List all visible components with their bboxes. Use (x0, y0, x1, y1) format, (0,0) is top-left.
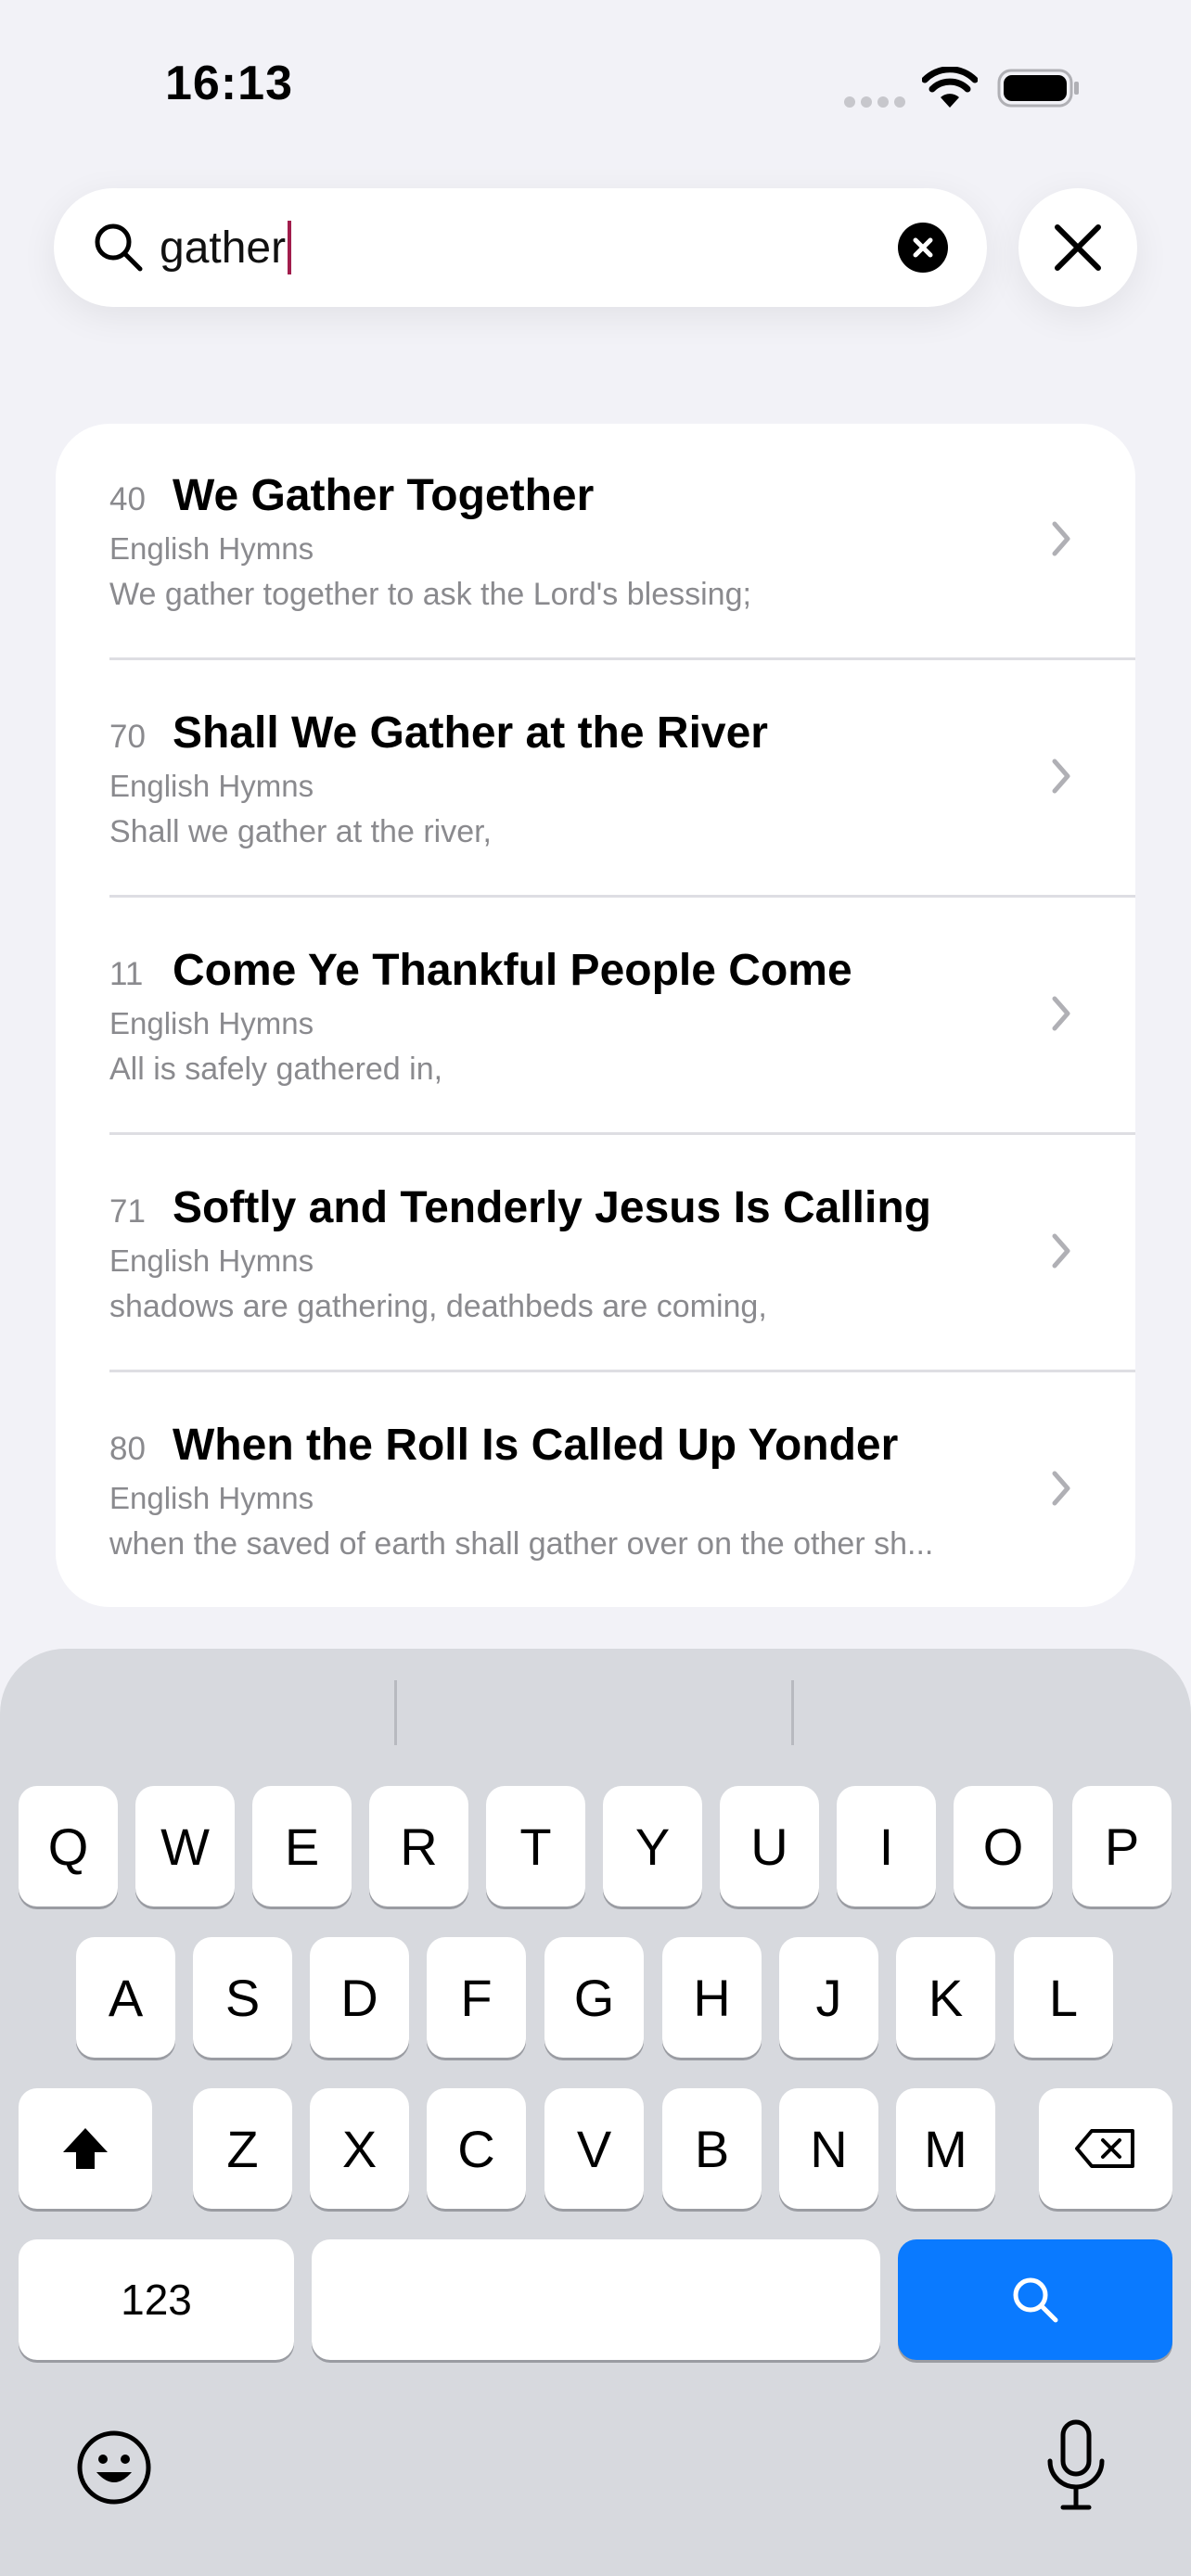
hymn-book: English Hymns (109, 531, 314, 566)
chevron-right-icon (1052, 759, 1070, 794)
key-h[interactable]: H (662, 1937, 762, 2058)
search-key[interactable] (898, 2239, 1172, 2360)
wifi-icon (922, 67, 978, 108)
space-key[interactable] (312, 2239, 880, 2360)
hymn-title: Shall We Gather at the River (173, 708, 768, 758)
key-j[interactable]: J (779, 1937, 878, 2058)
chevron-right-icon (1052, 1233, 1070, 1269)
key-i[interactable]: I (837, 1786, 936, 1906)
key-e[interactable]: E (252, 1786, 352, 1906)
hymn-number: 71 (109, 1193, 146, 1230)
numbers-key[interactable]: 123 (19, 2239, 294, 2360)
result-row[interactable]: 40 We Gather Together English Hymns We g… (56, 424, 1135, 661)
chevron-right-icon (1052, 996, 1070, 1031)
hymn-book: English Hymns (109, 1006, 314, 1040)
key-y[interactable]: Y (603, 1786, 702, 1906)
screen: 16:13 gather 40 We Gather Together Engli… (0, 0, 1191, 2576)
key-z[interactable]: Z (193, 2088, 292, 2209)
chevron-right-icon (1052, 1471, 1070, 1506)
hymn-snippet: shadows are gathering, deathbeds are com… (109, 1289, 767, 1324)
search-field[interactable]: gather (54, 188, 987, 307)
key-n[interactable]: N (779, 2088, 878, 2209)
key-k[interactable]: K (896, 1937, 995, 2058)
delete-key[interactable] (1039, 2088, 1172, 2209)
key-l[interactable]: L (1014, 1937, 1113, 2058)
hymn-snippet: We gather together to ask the Lord's ble… (109, 577, 751, 612)
delete-icon (1075, 2129, 1134, 2168)
key-o[interactable]: O (954, 1786, 1053, 1906)
result-row[interactable]: 80 When the Roll Is Called Up Yonder Eng… (56, 1373, 1135, 1607)
divider (109, 1132, 1135, 1135)
key-g[interactable]: G (544, 1937, 644, 2058)
chevron-right-icon (1052, 521, 1070, 556)
shift-key[interactable] (19, 2088, 152, 2209)
result-row[interactable]: 70 Shall We Gather at the River English … (56, 661, 1135, 899)
hymn-book: English Hymns (109, 1481, 314, 1515)
hymn-title: Softly and Tenderly Jesus Is Calling (173, 1183, 931, 1232)
status-time: 16:13 (165, 57, 293, 110)
key-x[interactable]: X (310, 2088, 409, 2209)
search-input[interactable]: gather (160, 220, 292, 275)
key-p[interactable]: P (1072, 1786, 1172, 1906)
result-row[interactable]: 71 Softly and Tenderly Jesus Is Calling … (56, 1136, 1135, 1373)
key-r[interactable]: R (369, 1786, 468, 1906)
microphone-icon[interactable] (1041, 2417, 1111, 2513)
hymn-title: We Gather Together (173, 471, 595, 520)
emoji-icon[interactable] (74, 2428, 154, 2507)
hymn-title: When the Roll Is Called Up Yonder (173, 1421, 899, 1470)
divider (109, 895, 1135, 898)
search-icon (1013, 2277, 1058, 2323)
key-b[interactable]: B (662, 2088, 762, 2209)
cellular-signal-icon (844, 96, 905, 108)
hymn-number: 11 (109, 956, 144, 992)
result-row[interactable]: 11 Come Ye Thankful People Come English … (56, 899, 1135, 1136)
hymn-book: English Hymns (109, 1243, 314, 1278)
search-input-text: gather (160, 223, 287, 273)
suggestion-separator (791, 1680, 794, 1745)
hymn-number: 80 (109, 1431, 146, 1467)
battery-icon (997, 69, 1079, 108)
hymn-title: Come Ye Thankful People Come (173, 946, 852, 995)
hymn-number: 40 (109, 481, 146, 517)
key-v[interactable]: V (544, 2088, 644, 2209)
hymn-snippet: Shall we gather at the river, (109, 814, 493, 849)
key-s[interactable]: S (193, 1937, 292, 2058)
clear-icon[interactable] (898, 223, 948, 273)
hymn-number: 70 (109, 719, 146, 755)
search-icon (95, 223, 143, 272)
close-icon (1055, 224, 1101, 271)
keyboard: Q W E R T Y U I O P A S D F G H J K L Z … (0, 1649, 1191, 2576)
suggestion-separator (394, 1680, 397, 1745)
key-c[interactable]: C (427, 2088, 526, 2209)
text-caret (288, 221, 292, 274)
key-a[interactable]: A (76, 1937, 175, 2058)
key-t[interactable]: T (486, 1786, 585, 1906)
key-q[interactable]: Q (19, 1786, 118, 1906)
divider (109, 657, 1135, 660)
hymn-snippet: All is safely gathered in, (109, 1052, 443, 1087)
hymn-snippet: when the saved of earth shall gather ove… (109, 1526, 934, 1562)
shift-icon (63, 2128, 108, 2169)
key-u[interactable]: U (720, 1786, 819, 1906)
key-w[interactable]: W (135, 1786, 235, 1906)
key-m[interactable]: M (896, 2088, 995, 2209)
divider (109, 1370, 1135, 1372)
hymn-book: English Hymns (109, 769, 314, 803)
key-d[interactable]: D (310, 1937, 409, 2058)
search-results-list: 40 We Gather Together English Hymns We g… (56, 424, 1135, 1607)
key-f[interactable]: F (427, 1937, 526, 2058)
close-button[interactable] (1018, 188, 1137, 307)
